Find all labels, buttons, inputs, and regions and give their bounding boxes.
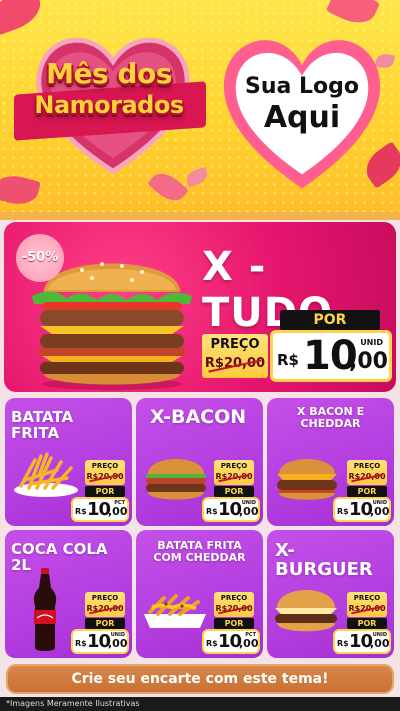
fries-cheddar-image-icon (144, 594, 206, 628)
por-label: POR (85, 618, 125, 629)
price-integer: 10 (87, 631, 111, 652)
price-integer: 10 (349, 499, 373, 520)
fries-image-icon (14, 452, 78, 497)
price-box: R$ 10 PCT ,00 (202, 629, 260, 654)
old-price-box: PREÇO R$20,00 (214, 460, 254, 485)
product-card: X-BACON PREÇO R$20,00 POR R$ 10 UNID ,00 (136, 398, 263, 526)
currency: R$ (75, 639, 87, 648)
discount-badge: -50% (16, 234, 64, 282)
por-label: POR (214, 618, 254, 629)
old-price-box: PREÇO R$20,00 (214, 592, 254, 617)
burger-image-icon (275, 590, 337, 632)
price-decimal: ,00 (370, 505, 390, 518)
old-price-box: PREÇO R$20,00 (85, 592, 125, 617)
currency: R$ (206, 507, 218, 516)
featured-old-price-box: PREÇO R$20,00 (202, 334, 268, 378)
price-label: PREÇO (220, 594, 248, 602)
logo-line-2: Aqui (263, 100, 341, 135)
product-card: COCA COLA 2L PREÇO R$20,00 POR R$ 10 UNI… (5, 530, 132, 658)
disclaimer-footer: *Imagens Meramente Ilustrativas (0, 697, 400, 711)
divider-band (0, 212, 400, 220)
por-label: POR (280, 310, 380, 330)
por-label: POR (85, 486, 125, 497)
price-box: R$ 10 PCT ,00 (71, 497, 129, 522)
price-label: PREÇO (91, 462, 119, 470)
featured-price-box: R$ 10 UNID ,00 (270, 330, 392, 382)
price-integer: 10 (218, 499, 242, 520)
price-label: PREÇO (210, 337, 260, 352)
price-box: R$ 10 UNID ,00 (333, 629, 391, 654)
soda-bottle-image-icon (33, 568, 57, 651)
por-label: POR (214, 486, 254, 497)
old-price-box: PREÇO R$20,00 (347, 592, 387, 617)
product-name: X-BURGUER (275, 540, 373, 580)
price-label: PREÇO (91, 594, 119, 602)
campaign-title: Mês dos Namorados (14, 58, 204, 120)
burger-image-icon (146, 459, 206, 500)
create-flyer-button[interactable]: Crie seu encarte com este tema! (6, 664, 394, 694)
price-decimal: ,00 (108, 505, 128, 518)
title-line-2: Namorados (34, 91, 184, 119)
price-decimal: ,00 (349, 349, 388, 374)
product-card: BATATA FRITA COM CHEDDAR PREÇO R$20,00 P… (136, 530, 263, 658)
price-box: R$ 10 UNID ,00 (71, 629, 129, 654)
price-box: R$ 10 UNID ,00 (202, 497, 260, 522)
logo-line-1: Sua Logo (244, 74, 359, 99)
price-decimal: ,00 (239, 637, 259, 650)
burger-image-icon (277, 459, 337, 500)
product-name: X-BACON (150, 406, 247, 428)
currency: R$ (75, 507, 87, 516)
price-box: R$ 10 UNID ,00 (333, 497, 391, 522)
por-label: POR (347, 486, 387, 497)
por-label: POR (347, 618, 387, 629)
old-price-box: PREÇO R$20,00 (347, 460, 387, 485)
currency: R$ (337, 639, 349, 648)
product-name: COCA COLA 2L (11, 540, 108, 574)
product-card: BATATA FRITA PREÇO R$20,00 POR R$ 10 PCT… (5, 398, 132, 526)
unit-label: UNID (360, 338, 383, 347)
price-integer: 10 (349, 631, 373, 652)
product-name: BATATA FRITA COM CHEDDAR (153, 539, 246, 564)
price-integer: 10 (87, 499, 111, 520)
product-card: X BACON E CHEDDAR PREÇO R$20,00 POR R$ 1… (267, 398, 394, 526)
product-name: X BACON E CHEDDAR (296, 405, 365, 430)
title-line-1: Mês dos (46, 57, 172, 90)
currency: R$ (277, 351, 299, 369)
price-decimal: ,00 (108, 637, 128, 650)
header-banner: Mês dos Namorados Sua Logo Aqui (0, 0, 400, 212)
price-label: PREÇO (353, 462, 381, 470)
product-name: BATATA FRITA (11, 408, 74, 442)
price-integer: 10 (218, 631, 242, 652)
currency: R$ (337, 507, 349, 516)
featured-product-card: X - TUDO -50% PREÇO R$20,00 POR R$ 10 UN… (4, 222, 396, 392)
old-price-box: PREÇO R$20,00 (85, 460, 125, 485)
price-decimal: ,00 (239, 505, 259, 518)
currency: R$ (206, 639, 218, 648)
price-label: PREÇO (353, 594, 381, 602)
product-card: X-BURGUER PREÇO R$20,00 POR R$ 10 UNID ,… (267, 530, 394, 658)
price-label: PREÇO (220, 462, 248, 470)
price-decimal: ,00 (370, 637, 390, 650)
logo-placeholder: Sua Logo Aqui (232, 74, 372, 136)
